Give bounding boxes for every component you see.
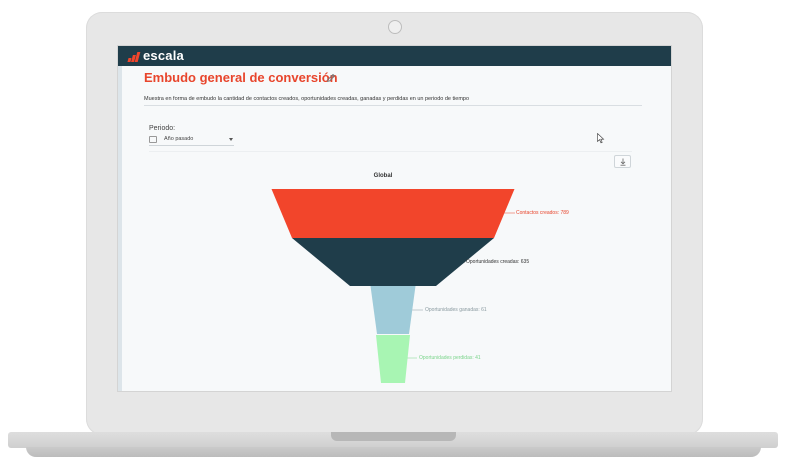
funnel-stage-2[interactable] (292, 238, 494, 286)
funnel-stage-4[interactable] (376, 335, 410, 383)
funnel-chart (271, 189, 515, 383)
funnel-label-4: Oportunidades perdidas: 41 (419, 355, 481, 361)
laptop-notch (331, 432, 456, 441)
funnel-label-2: Oportunidades creadas: 635 (466, 259, 530, 265)
funnel-label-1: Contactos creados: 789 (516, 210, 569, 216)
funnel-stage-1[interactable] (271, 189, 515, 238)
funnel-stage-3[interactable] (370, 286, 416, 334)
funnel-label-3: Oportunidades ganadas: 61 (425, 307, 487, 313)
webcam-icon (388, 20, 402, 34)
app-screen: escala Embudo general de conversión Mues… (117, 45, 672, 392)
laptop-base-bottom (26, 447, 761, 457)
